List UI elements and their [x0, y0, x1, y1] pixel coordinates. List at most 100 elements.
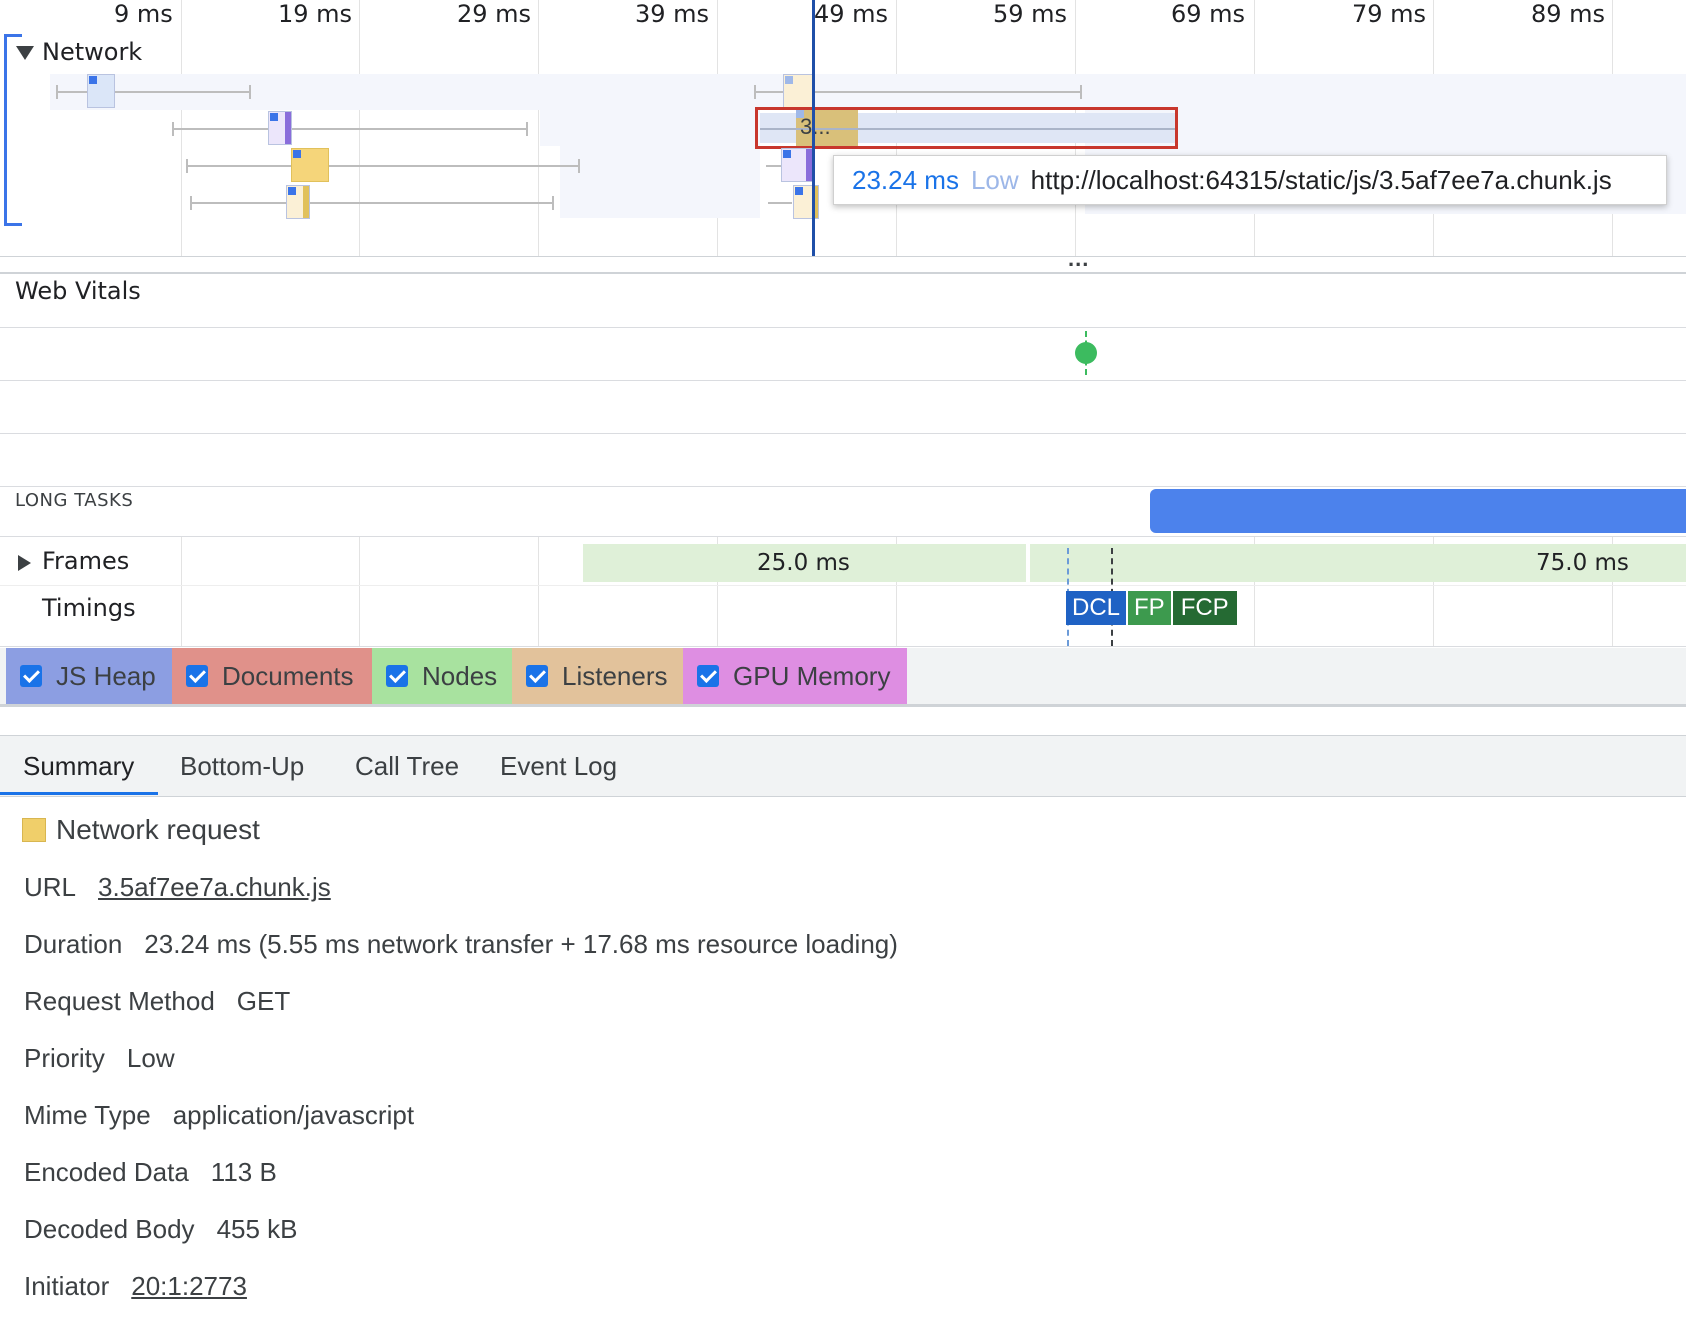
whisker-cap [186, 159, 188, 173]
grid-line [359, 537, 360, 647]
grid-line [181, 537, 182, 647]
checkbox-icon[interactable] [186, 665, 208, 687]
track-divider [0, 256, 1686, 257]
tab-summary[interactable]: Summary [23, 736, 134, 796]
counter-nodes[interactable]: Nodes [372, 648, 512, 704]
row-value: Low [126, 1043, 175, 1073]
long-task-bar[interactable] [1150, 489, 1686, 533]
tooltip-priority: Low [970, 164, 1019, 195]
counter-gpu-memory[interactable]: GPU Memory [683, 648, 907, 704]
details-tab-bar: Summary Bottom-Up Call Tree Event Log [0, 735, 1686, 797]
request-whisker [188, 165, 580, 167]
time-cursor[interactable] [812, 0, 815, 256]
ruler-tick: 19 ms [278, 0, 353, 28]
tab-call-tree[interactable]: Call Tree [355, 736, 459, 796]
row-key: Duration [24, 929, 123, 959]
row-key: Priority [24, 1043, 105, 1073]
expand-arrow-icon[interactable] [18, 555, 31, 571]
tooltip-url: http://localhost:64315/static/js/3.5af7e… [1030, 164, 1612, 195]
resize-handle[interactable] [0, 272, 1686, 274]
timings-markers: DCL FP FCP [1066, 591, 1237, 625]
whisker-cap [526, 122, 528, 136]
network-request-bar[interactable] [291, 148, 329, 182]
row-value: 23.24 ms (5.55 ms network transfer + 17.… [144, 929, 898, 959]
counter-label: Listeners [562, 660, 668, 691]
row-key: Initiator [24, 1271, 110, 1301]
network-tooltip: 23.24 ms Low http://localhost:64315/stat… [833, 155, 1667, 205]
more-indicator[interactable]: ... [1068, 246, 1089, 272]
summary-row-decoded-body: Decoded Body 455 kB [24, 1214, 298, 1245]
counter-label: Documents [222, 660, 354, 691]
ruler-tick: 9 ms [114, 0, 173, 28]
network-row-band [560, 182, 760, 218]
tab-event-log[interactable]: Event Log [500, 736, 617, 796]
network-request-bar[interactable] [268, 111, 292, 145]
whisker-cap [578, 159, 580, 173]
request-whisker [192, 202, 554, 204]
network-label[interactable]: Network [42, 38, 142, 66]
checkbox-icon[interactable] [386, 665, 408, 687]
summary-row-url: URL 3.5af7ee7a.chunk.js [24, 872, 331, 903]
network-request-bar[interactable] [781, 148, 813, 182]
url-link[interactable]: 3.5af7ee7a.chunk.js [98, 872, 331, 902]
counter-label: Nodes [422, 660, 498, 691]
counter-label: JS Heap [56, 660, 156, 691]
network-request-bar[interactable] [87, 74, 115, 108]
web-vitals-label: Web Vitals [15, 277, 141, 305]
divider [0, 380, 1686, 381]
timing-marker-fcp[interactable]: FCP [1172, 591, 1237, 625]
whisker-cap [172, 122, 174, 136]
checkbox-icon[interactable] [20, 665, 42, 687]
counter-js-heap[interactable]: JS Heap [6, 648, 172, 704]
ruler-tick: 79 ms [1352, 0, 1427, 28]
row-value: 113 B [210, 1157, 277, 1187]
counter-documents[interactable]: Documents [172, 648, 372, 704]
network-request-swatch [22, 818, 46, 842]
summary-row-initiator: Initiator 20:1:2773 [24, 1271, 247, 1302]
expand-triangle-icon[interactable] [16, 46, 34, 60]
divider [0, 433, 1686, 434]
row-value: 455 kB [216, 1214, 298, 1244]
track-bracket-bottom [4, 223, 22, 226]
network-request-bar[interactable] [286, 185, 310, 219]
request-whisker [768, 202, 792, 204]
track-bracket [4, 34, 7, 226]
ruler-tick: 29 ms [457, 0, 532, 28]
timing-marker-dcl[interactable]: DCL [1066, 591, 1129, 625]
frame-block[interactable]: 25.0 ms [583, 544, 1026, 582]
whisker-cap [552, 196, 554, 210]
divider [0, 585, 1686, 586]
summary-row-encoded-data: Encoded Data 113 B [24, 1157, 277, 1188]
active-tab-indicator [0, 792, 158, 795]
whisker-cap [249, 85, 251, 99]
ruler-tick: 89 ms [1531, 0, 1606, 28]
tab-bottom-up[interactable]: Bottom-Up [180, 736, 304, 796]
frame-duration: 25.0 ms [757, 550, 850, 576]
summary-row-duration: Duration 23.24 ms (5.55 ms network transf… [24, 929, 898, 960]
row-value: GET [236, 986, 291, 1016]
frame-duration: 75.0 ms [1536, 550, 1629, 576]
network-row-band [560, 146, 760, 182]
checkbox-icon[interactable] [526, 665, 548, 687]
timing-marker-fp[interactable]: FP [1128, 591, 1173, 625]
row-value: application/javascript [172, 1100, 415, 1130]
network-request-bar[interactable] [783, 74, 815, 108]
timings-label: Timings [42, 594, 136, 622]
request-whisker [174, 128, 528, 130]
selected-request-label: 3... [800, 114, 831, 139]
network-request-bar[interactable] [793, 185, 819, 219]
web-vital-marker[interactable] [1075, 342, 1097, 364]
checkbox-icon[interactable] [697, 665, 719, 687]
ruler-tick: 39 ms [635, 0, 710, 28]
summary-row-mime-type: Mime Type application/javascript [24, 1100, 414, 1131]
summary-row-method: Request Method GET [24, 986, 290, 1017]
counter-label: GPU Memory [733, 660, 891, 691]
whisker-cap [1080, 85, 1082, 99]
initiator-link[interactable]: 20:1:2773 [131, 1271, 247, 1301]
summary-title: Network request [56, 814, 260, 845]
frames-label[interactable]: Frames [42, 547, 129, 575]
frame-block[interactable]: 75.0 ms [1030, 544, 1686, 582]
track-bracket-top [4, 34, 22, 37]
row-key: Mime Type [24, 1100, 151, 1130]
counter-listeners[interactable]: Listeners [512, 648, 683, 704]
